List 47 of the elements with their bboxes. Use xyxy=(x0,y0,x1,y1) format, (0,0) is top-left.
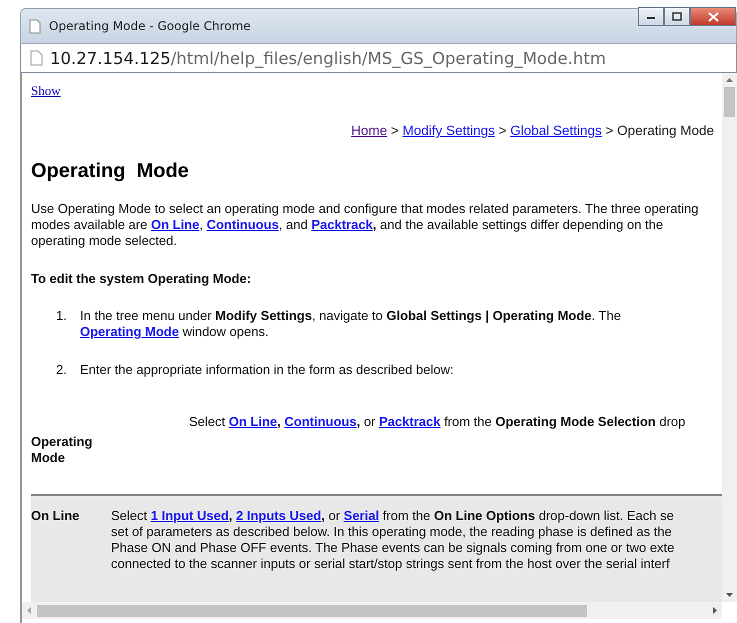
procedure-title: To edit the system Operating Mode: xyxy=(31,271,252,286)
step-number: 2. xyxy=(56,362,68,378)
option-link[interactable]: Serial xyxy=(344,508,380,523)
step-text: In the tree menu under Modify Settings, navigate to Global Settings | Operating Mode. The Operating Mode window opens. xyxy=(80,308,622,340)
option-link[interactable]: Continuous xyxy=(284,414,357,429)
page-icon xyxy=(30,50,43,66)
url-text: 10.27.154.125/html/help_files/english/MS_GS_Operating_Mode.htm xyxy=(50,48,606,68)
show-link[interactable]: Show xyxy=(31,83,61,99)
option-link[interactable]: Packtrack xyxy=(379,414,440,429)
scroll-thumb[interactable] xyxy=(724,87,735,117)
scroll-thumb[interactable] xyxy=(37,604,587,616)
intro-paragraph: Use Operating Mode to select an operating mode and configure that modes related parameters. The three operating modes available are On Line, Continuous, and Packtrack, and the available settings differ depending on the operating mode selected. xyxy=(31,201,700,249)
scroll-down-icon[interactable] xyxy=(725,592,734,598)
step-number: 1. xyxy=(56,308,68,325)
mode-link[interactable]: On Line xyxy=(150,217,200,232)
close-button[interactable] xyxy=(690,7,736,26)
option-link[interactable]: On Line xyxy=(228,414,278,429)
scroll-up-icon[interactable] xyxy=(725,77,734,83)
breadcrumb-link[interactable]: Modify Settings xyxy=(402,123,495,138)
step-text: Enter the appropriate information in the form as described below: xyxy=(80,362,455,378)
breadcrumb-link[interactable]: Global Settings xyxy=(510,123,602,138)
maximize-button[interactable] xyxy=(664,7,690,26)
scroll-left-icon[interactable] xyxy=(26,606,32,615)
page-heading: Operating Mode xyxy=(31,160,190,183)
step-link[interactable]: Operating Mode xyxy=(80,324,179,339)
mode-link[interactable]: Continuous xyxy=(206,217,279,232)
scroll-right-icon[interactable] xyxy=(712,606,718,615)
horizontal-scrollbar[interactable] xyxy=(22,602,722,619)
minimize-button[interactable] xyxy=(638,7,664,26)
row-label: Operating Mode xyxy=(31,434,91,466)
mode-link[interactable]: Packtrack xyxy=(311,217,373,232)
row-text-line: set of parameters as described below. In this operating mode, the reading phase is defined as the xyxy=(111,524,673,540)
page-icon xyxy=(29,18,41,34)
vertical-scrollbar[interactable] xyxy=(722,73,737,602)
maximize-icon xyxy=(672,12,682,21)
close-icon xyxy=(708,12,718,22)
row-label: On Line xyxy=(31,508,80,525)
option-link[interactable]: 1 Input Used xyxy=(150,508,229,523)
breadcrumb: Home > Modify Settings > Global Settings > Operating Mode xyxy=(350,123,715,138)
window-title: Operating Mode - Google Chrome xyxy=(49,19,251,33)
row-text-line: Select 1 Input Used, 2 Inputs Used, or Serial from the On Line Options drop-down list. Each se xyxy=(111,508,675,524)
row-text-line: Select On Line, Continuous, or Packtrack from the Operating Mode Selection drop xyxy=(189,414,686,430)
address-bar[interactable]: 10.27.154.125/html/help_files/english/MS_GS_Operating_Mode.htm xyxy=(20,43,737,73)
row-text-line: connected to the scanner inputs or serial start/stop strings sent from the host over the serial interf xyxy=(111,556,671,572)
row-text-line: Phase ON and Phase OFF events. The Phase events can be signals coming from one or two exte xyxy=(111,540,676,556)
breadcrumb-link[interactable]: Home xyxy=(351,123,388,138)
option-link[interactable]: 2 Inputs Used xyxy=(236,508,322,523)
